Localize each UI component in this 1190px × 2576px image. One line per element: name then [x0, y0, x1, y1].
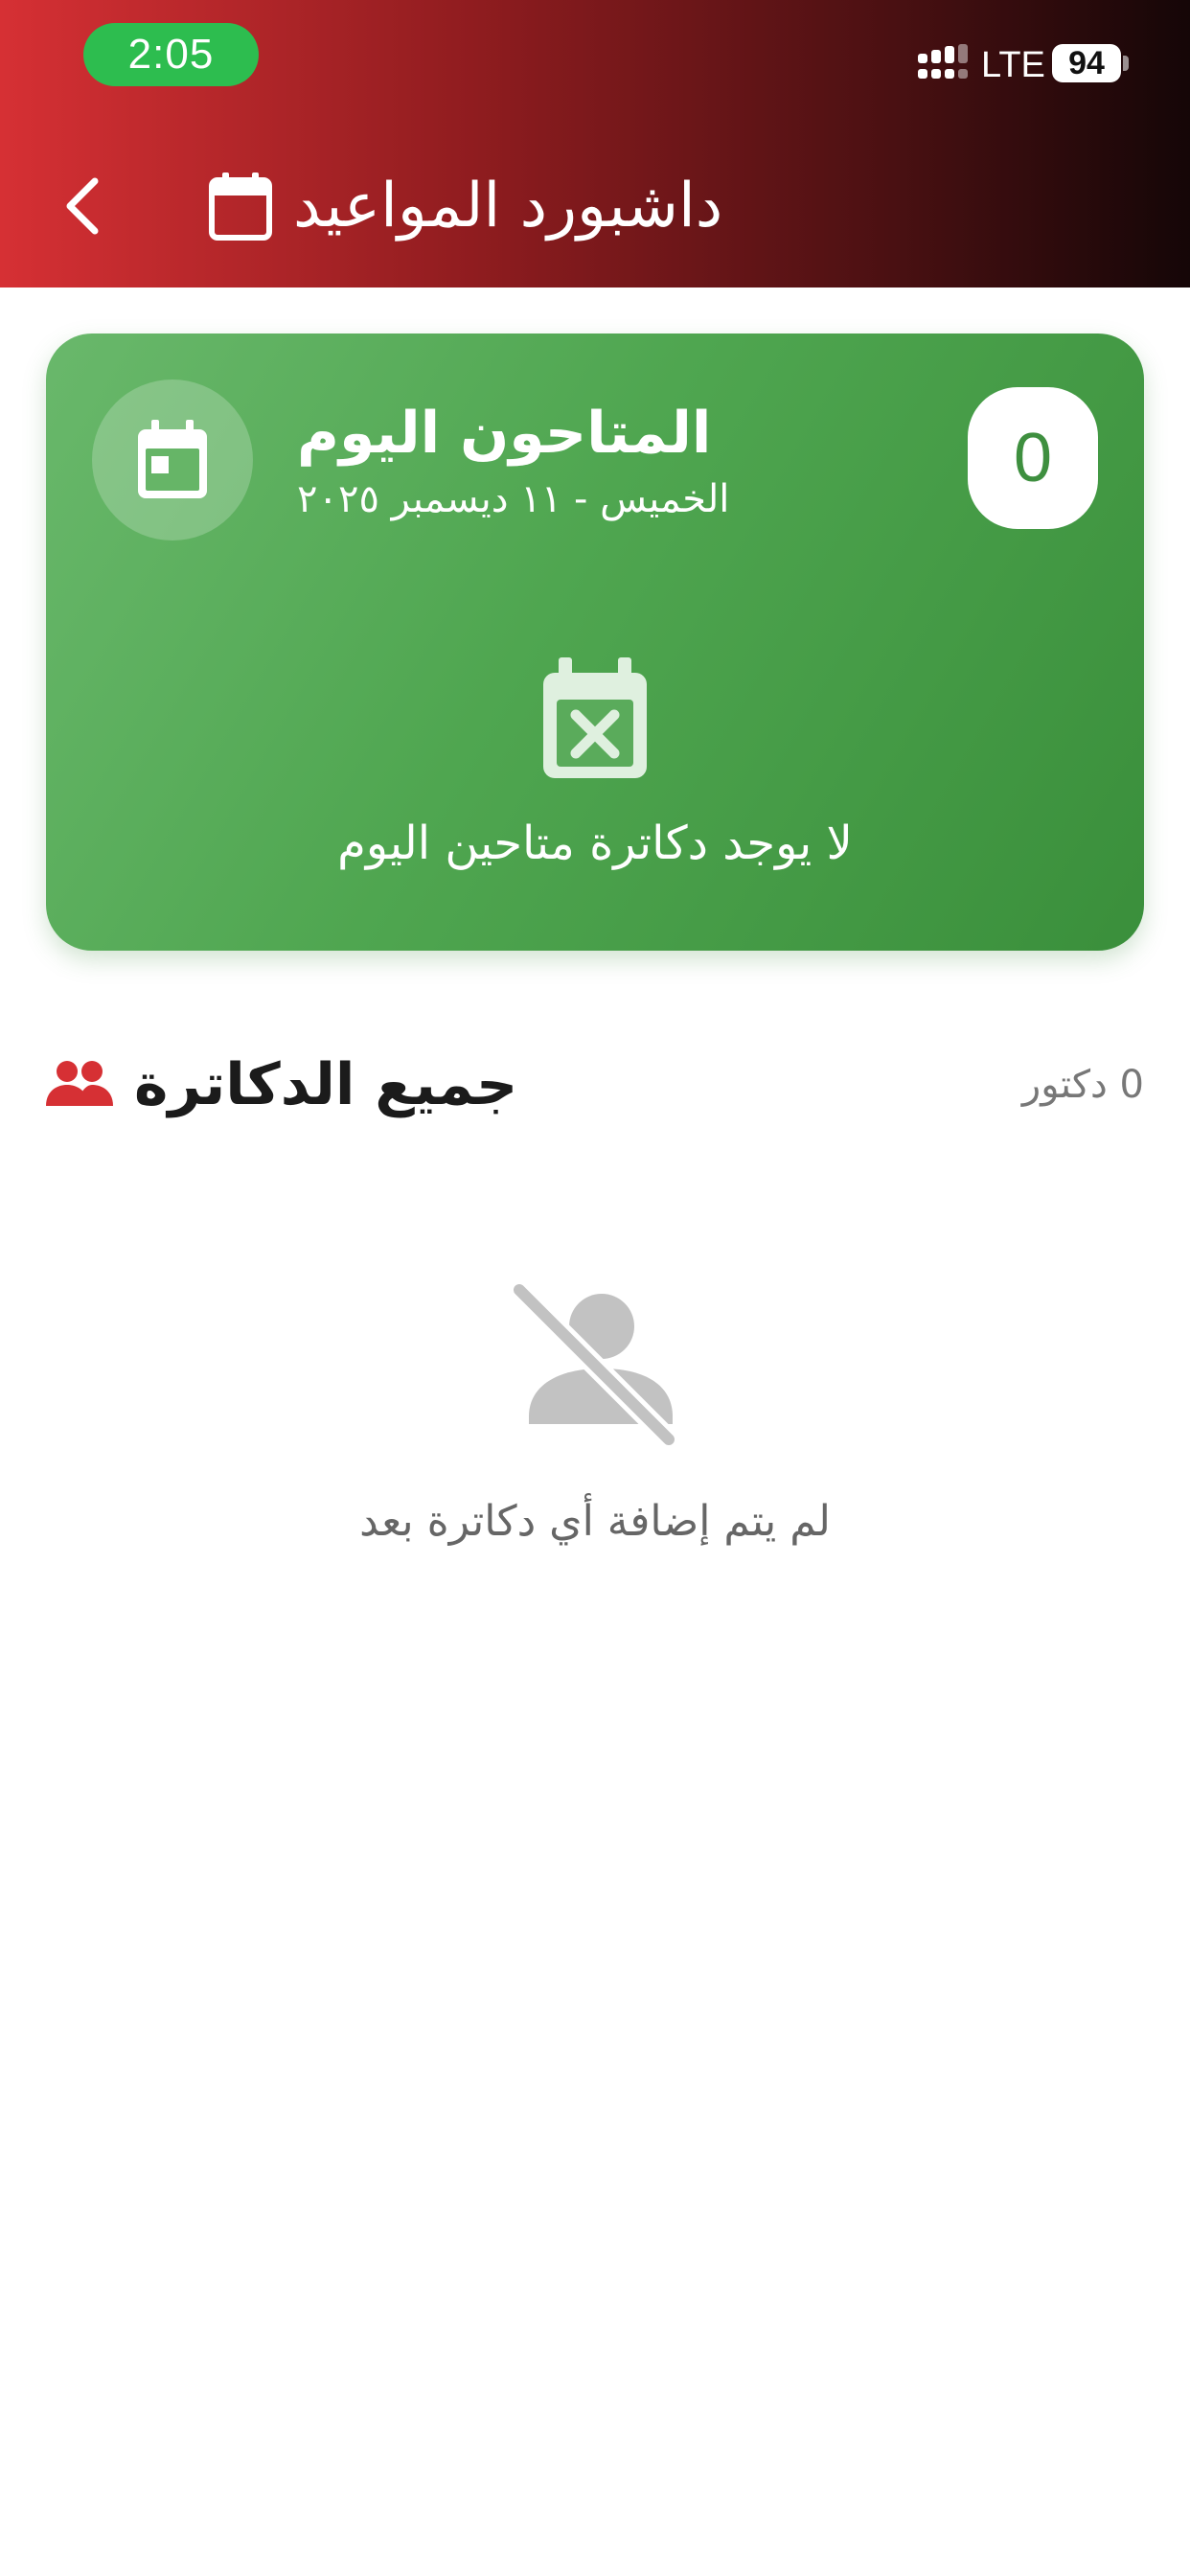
today-available-card: المتاحون اليوم الخميس - ١١ ديسمبر ٢٠٢٥ 0… — [46, 334, 1144, 951]
page-title: داشبورد المواعيد — [293, 171, 723, 242]
empty-doctors-message: لم يتم إضافة أي دكاترة بعد — [359, 1497, 831, 1546]
battery-indicator: 94 — [1052, 44, 1121, 82]
empty-today-message: لا يوجد دكاترة متاحين اليوم — [337, 816, 853, 870]
back-button[interactable] — [48, 163, 115, 249]
app-header: 2:05 LTE 94 داشبورد المواعيد — [0, 0, 1190, 288]
card-date: الخميس - ١١ ديسمبر ٢٠٢٥ — [297, 477, 730, 521]
status-time: 2:05 — [83, 23, 259, 86]
card-title: المتاحون اليوم — [297, 400, 712, 467]
person-off-icon — [510, 1282, 679, 1447]
section-title-all-doctors: جميع الدكاترة — [134, 1051, 518, 1118]
available-count-badge: 0 — [968, 387, 1098, 529]
doctor-count-label: 0 دكتور — [1021, 1063, 1144, 1107]
people-icon — [46, 1061, 113, 1106]
network-label: LTE — [981, 45, 1045, 85]
card-icon-circle — [92, 380, 253, 540]
calendar-today-icon — [138, 420, 207, 498]
chevron-left-icon — [66, 177, 99, 235]
signal-icon — [918, 44, 968, 79]
battery-tip — [1123, 56, 1129, 71]
calendar-remove-icon — [543, 657, 647, 778]
calendar-icon — [209, 172, 272, 241]
